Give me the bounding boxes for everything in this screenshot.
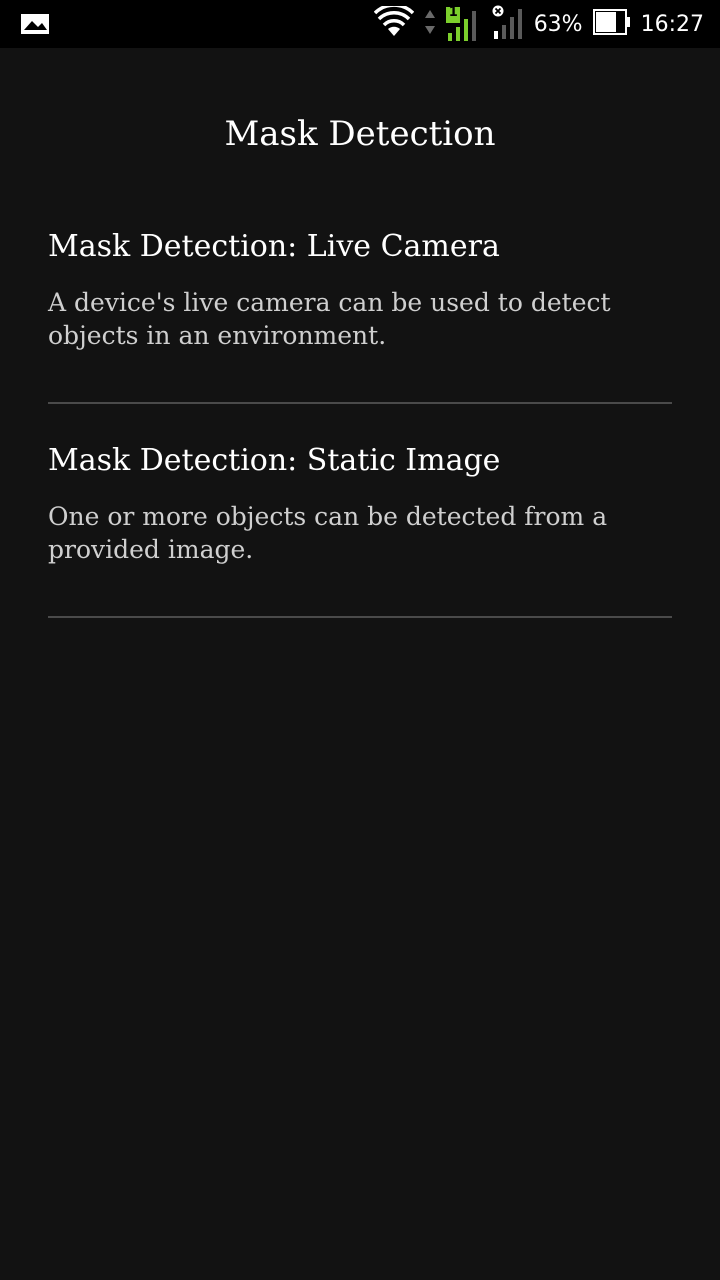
sim-badge-label: 1 (448, 5, 458, 20)
option-title: Mask Detection: Live Camera (48, 229, 500, 264)
clock: 16:27 (640, 11, 704, 37)
signal-sim2-no-service-icon (492, 5, 524, 43)
battery-icon (592, 9, 631, 39)
option-live-camera[interactable]: Mask Detection: Live Camera A device's l… (48, 222, 672, 404)
option-static-image[interactable]: Mask Detection: Static Image One or more… (48, 436, 672, 618)
divider (48, 616, 672, 618)
page-title: Mask Detection (224, 114, 496, 154)
option-title: Mask Detection: Static Image (48, 443, 501, 478)
divider (48, 402, 672, 404)
gallery-notification-icon (20, 12, 52, 36)
data-arrows-icon (424, 8, 436, 40)
battery-percent: 63% (533, 11, 583, 37)
signal-sim1-icon: 1 (445, 5, 482, 41)
detection-options-list: Mask Detection: Live Camera A device's l… (48, 222, 672, 618)
status-bar: 1 63% 16:27 (0, 0, 720, 48)
status-icons: 1 63% 16:27 (373, 0, 704, 48)
option-description: A device's live camera can be used to de… (48, 288, 611, 350)
wifi-icon (373, 3, 414, 42)
option-description: One or more objects can be detected from… (48, 502, 608, 564)
